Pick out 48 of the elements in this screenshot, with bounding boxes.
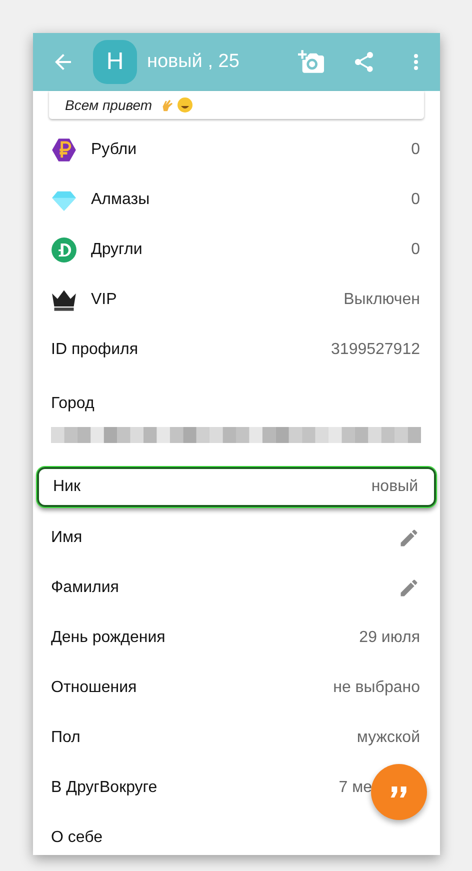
row-label: Пол	[51, 729, 80, 747]
profile-row[interactable]: Алмазы 0	[33, 175, 440, 225]
profile-row[interactable]: Пол мужской	[33, 713, 440, 763]
profile-row[interactable]: День рождения 29 июля	[33, 613, 440, 663]
row-value: 7 ме	[338, 779, 372, 797]
profile-row[interactable]: Другли 0	[33, 225, 440, 275]
pencil-icon[interactable]	[398, 577, 420, 599]
profile-row[interactable]: Город	[33, 375, 440, 463]
profile-row[interactable]: VIP Выключен	[33, 275, 440, 325]
profile-row[interactable]: Рубли 0	[33, 125, 440, 175]
row-label: Другли	[91, 241, 142, 259]
row-value: Выключен	[344, 291, 420, 309]
profile-row[interactable]: В ДругВокруге 7 ме	[33, 763, 440, 813]
row-label: ID профиля	[51, 341, 138, 359]
profile-row[interactable]: О себе	[33, 813, 440, 855]
row-value: мужской	[356, 729, 420, 747]
row-value: 0	[411, 241, 420, 259]
profile-title: новый , 25	[147, 51, 240, 73]
row-label: Рубли	[91, 141, 137, 159]
smiley-icon	[177, 97, 194, 113]
row-label: День рождения	[51, 629, 166, 647]
row-label: VIP	[91, 291, 117, 309]
ruble-coin-icon	[51, 137, 77, 163]
row-value: новый	[371, 478, 418, 496]
profile-row[interactable]: ID профиля 3199527912	[33, 325, 440, 375]
row-label: Ник	[53, 478, 80, 496]
row-label: Алмазы	[91, 191, 150, 209]
pencil-icon[interactable]	[398, 527, 420, 549]
row-value: 3199527912	[331, 341, 420, 359]
row-label: Имя	[51, 529, 82, 547]
profile-row[interactable]: Фамилия	[33, 563, 440, 613]
coin-icon	[51, 237, 77, 263]
row-value: 0	[411, 191, 420, 209]
row-label: В ДругВокруге	[51, 779, 158, 797]
row-label: Город	[51, 395, 94, 413]
profile-row[interactable]: Отношения не выбрано	[33, 663, 440, 713]
profile-row[interactable]: Ник новый	[37, 467, 436, 507]
row-value: не выбрано	[333, 679, 420, 697]
row-label: Фамилия	[51, 579, 119, 597]
row-label: О себе	[51, 829, 102, 847]
share-icon[interactable]	[352, 50, 376, 74]
row-label: Отношения	[51, 679, 137, 697]
status-text: Всем привет	[65, 97, 152, 113]
quote-button[interactable]	[371, 764, 427, 820]
add-photo-icon[interactable]	[298, 49, 324, 75]
row-value: 29 июля	[359, 629, 420, 647]
profile-row[interactable]: Имя	[33, 513, 440, 563]
row-value: 0	[411, 141, 420, 159]
